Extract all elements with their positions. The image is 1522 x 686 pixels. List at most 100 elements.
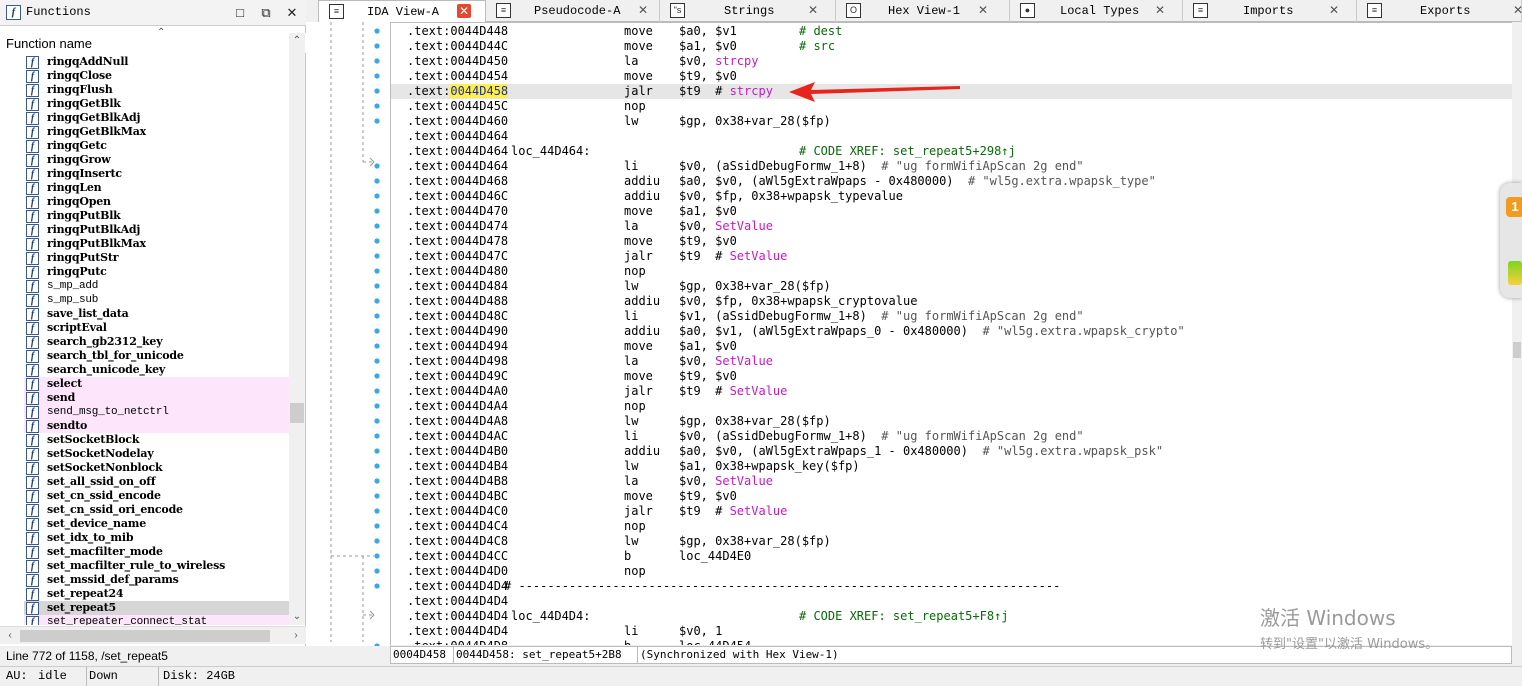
operands[interactable]: $t9 # strcpy <box>679 84 773 99</box>
tab-close-icon[interactable]: ✕ <box>457 4 471 18</box>
notification-badge[interactable]: 1 <box>1506 197 1522 217</box>
function-list-item[interactable]: f search_gb2312_key <box>24 335 289 349</box>
function-list-item[interactable]: f setSocketNodelay <box>24 447 289 461</box>
operands[interactable]: $a1, $v0 <box>679 39 737 54</box>
code-line[interactable]: .text:0044D494 move $a1, $v0 <box>391 339 1512 354</box>
operands[interactable]: $t9 # SetValue <box>679 249 787 264</box>
function-list-item[interactable]: f ringqFlush <box>24 83 289 97</box>
operands[interactable]: $v0, SetValue <box>679 474 773 489</box>
function-list-item[interactable]: f set_all_ssid_on_off <box>24 475 289 489</box>
operands[interactable]: $gp, 0x38+var_28($fp) <box>679 534 831 549</box>
function-list-item[interactable]: f set_repeat24 <box>24 587 289 601</box>
function-list-item[interactable]: f send_msg_to_netctrl <box>24 405 289 419</box>
code-line[interactable]: .text:0044D47C jalr $t9 # SetValue <box>391 249 1512 264</box>
function-list-item[interactable]: f search_tbl_for_unicode <box>24 349 289 363</box>
tab-close-icon[interactable]: ✕ <box>636 3 650 17</box>
breakpoint-dot[interactable] <box>374 103 380 109</box>
code-line[interactable]: .text:0044D4BC move $t9, $v0 <box>391 489 1512 504</box>
breakpoint-dot[interactable] <box>374 223 380 229</box>
breakpoint-dot[interactable] <box>374 328 380 334</box>
scroll-thumb[interactable] <box>290 403 304 423</box>
operands[interactable]: $gp, 0x38+var_28($fp) <box>679 279 831 294</box>
tab-imports[interactable]: ≡ Imports ✕ <box>1183 0 1357 22</box>
code-line[interactable]: .text:0044D480 nop <box>391 264 1512 279</box>
code-line[interactable]: .text:0044D460 lw $gp, 0x38+var_28($fp) <box>391 114 1512 129</box>
operands[interactable]: $v1, (aSsidDebugFormw_1+8) # "ug formWif… <box>679 309 1084 324</box>
hscroll-thumb[interactable] <box>20 630 270 642</box>
code-label[interactable]: loc_44D464: <box>511 144 590 159</box>
scroll-right-icon[interactable]: › <box>288 628 304 644</box>
function-list-item[interactable]: f scriptEval <box>24 321 289 335</box>
code-line[interactable]: .text:0044D450 la $v0, strcpy <box>391 54 1512 69</box>
operands[interactable]: $v0, strcpy <box>679 54 758 69</box>
function-list-item[interactable]: f set_macfilter_mode <box>24 545 289 559</box>
code-line[interactable]: .text:0044D468 addiu $a0, $v0, (aWl5gExtra… <box>391 174 1512 189</box>
breakpoint-dot[interactable] <box>374 343 380 349</box>
breakpoint-dot[interactable] <box>374 178 380 184</box>
tab-pseudocode-a[interactable]: ≡ Pseudocode-A ✕ <box>486 0 660 22</box>
symbol-reference[interactable]: SetValue <box>715 219 773 233</box>
breakpoint-dot[interactable] <box>374 28 380 34</box>
operands[interactable]: $a0, $v0, (aWl5gExtraWpaps - 0x480000) #… <box>679 174 1156 189</box>
code-line[interactable]: .text:0044D4A8 lw $gp, 0x38+var_28($fp) <box>391 414 1512 429</box>
tab-exports[interactable]: ≡ Exports ✕ <box>1357 0 1522 22</box>
code-line[interactable]: .text:0044D478 move $t9, $v0 <box>391 234 1512 249</box>
breakpoint-dot[interactable] <box>374 448 380 454</box>
breakpoint-dot[interactable] <box>374 568 380 574</box>
operands[interactable]: $t9 # SetValue <box>679 504 787 519</box>
operands[interactable]: $a0, $v1 <box>679 24 737 39</box>
function-list-item[interactable]: f setSocketBlock <box>24 433 289 447</box>
breakpoint-dot[interactable] <box>374 358 380 364</box>
operands[interactable]: $v0, (aSsidDebugFormw_1+8) # "ug formWif… <box>679 429 1084 444</box>
breakpoint-dot[interactable] <box>374 73 380 79</box>
function-list-item[interactable]: f ringqPutBlkMax <box>24 237 289 251</box>
float-button[interactable]: ⧉ <box>257 4 275 22</box>
function-list-item[interactable]: f sendto <box>24 419 289 433</box>
operands[interactable]: $a0, $v1, (aWl5gExtraWpaps_0 - 0x480000)… <box>679 324 1185 339</box>
code-line[interactable]: .text:0044D4B4 lw $a1, 0x38+wpapsk_key($fp… <box>391 459 1512 474</box>
code-line[interactable]: .text:0044D4AC li $v0, (aSsidDebugFormw_1+… <box>391 429 1512 444</box>
code-line[interactable]: .text:0044D4C8 lw $gp, 0x38+var_28($fp) <box>391 534 1512 549</box>
close-button[interactable]: ✕ <box>283 4 301 22</box>
code-line[interactable]: .text:0044D46C addiu $v0, $fp, 0x38+wpapsk… <box>391 189 1512 204</box>
symbol-reference[interactable]: SetValue <box>715 474 773 488</box>
function-list-item[interactable]: f save_list_data <box>24 307 289 321</box>
symbol-reference[interactable]: strcpy <box>715 54 758 68</box>
function-list-item[interactable]: f send <box>24 391 289 405</box>
breakpoint-dot[interactable] <box>374 253 380 259</box>
breakpoint-dot[interactable] <box>374 163 380 169</box>
code-line[interactable]: .text:0044D448 move $a0, $v1 # dest <box>391 24 1512 39</box>
symbol-reference[interactable]: strcpy <box>730 84 773 98</box>
breakpoint-dot[interactable] <box>374 493 380 499</box>
operands[interactable]: $v0, (aSsidDebugFormw_1+8) # "ug formWif… <box>679 159 1084 174</box>
tab-close-icon[interactable]: ✕ <box>806 3 820 17</box>
function-list-item[interactable]: f ringqPutBlkAdj <box>24 223 289 237</box>
code-line[interactable]: .text:0044D4CC b loc_44D4E0 <box>391 549 1512 564</box>
code-line[interactable]: .text:0044D464 <box>391 129 1512 144</box>
operands[interactable]: loc_44D454 <box>679 639 751 645</box>
operands[interactable]: $a1, $v0 <box>679 339 737 354</box>
function-list-item[interactable]: f set_idx_to_mib <box>24 531 289 545</box>
code-line[interactable]: .text:0044D4A0 jalr $t9 # SetValue <box>391 384 1512 399</box>
breakpoint-dot[interactable] <box>374 268 380 274</box>
code-line[interactable]: .text:0044D474 la $v0, SetValue <box>391 219 1512 234</box>
tab-close-icon[interactable]: ✕ <box>1511 3 1522 17</box>
function-list-item[interactable]: f ringqOpen <box>24 195 289 209</box>
disassembly-view[interactable]: .text:0044D448 move $a0, $v1 # dest .text:00… <box>390 22 1512 645</box>
breakpoint-dot[interactable] <box>374 193 380 199</box>
operands[interactable]: $a1, 0x38+wpapsk_key($fp) <box>679 459 860 474</box>
breakpoint-dot[interactable] <box>374 583 380 589</box>
tab-ida-view-a[interactable]: ≡ IDA View-A ✕ <box>318 0 486 22</box>
function-list-item[interactable]: f set_cn_ssid_encode <box>24 489 289 503</box>
operands[interactable]: $gp, 0x38+var_28($fp) <box>679 114 831 129</box>
function-list-item[interactable]: f ringqAddNull <box>24 55 289 69</box>
function-list-item[interactable]: f ringqClose <box>24 69 289 83</box>
breakpoint-dot[interactable] <box>374 298 380 304</box>
operands[interactable]: $t9, $v0 <box>679 234 737 249</box>
function-list-item[interactable]: f setSocketNonblock <box>24 461 289 475</box>
function-list-item[interactable]: f ringqPutBlk <box>24 209 289 223</box>
code-line[interactable]: .text:0044D484 lw $gp, 0x38+var_28($fp) <box>391 279 1512 294</box>
code-line[interactable]: .text:0044D49C move $t9, $v0 <box>391 369 1512 384</box>
operands[interactable]: $v0, 1 <box>679 624 722 639</box>
operands[interactable]: $v0, SetValue <box>679 354 773 369</box>
